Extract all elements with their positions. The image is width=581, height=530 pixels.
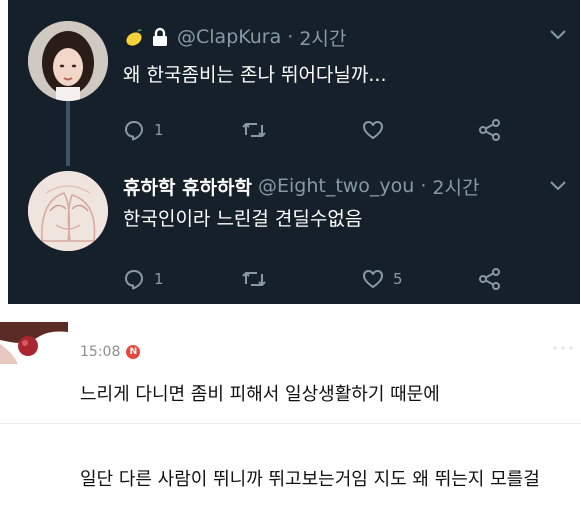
share-button[interactable]: [478, 118, 502, 142]
tweet-handle[interactable]: @Eight_two_you: [258, 175, 414, 197]
avatar-illustration-icon: [28, 171, 108, 251]
reply-icon: [125, 121, 143, 141]
chevron-down-icon[interactable]: [549, 180, 567, 192]
like-count: 5: [393, 270, 403, 288]
avatar-photo-icon: [28, 21, 108, 101]
share-icon: [479, 268, 500, 290]
retweet-icon: [242, 272, 266, 286]
avatar-photo-icon: [0, 322, 68, 364]
separator: ·: [420, 175, 427, 197]
comment-avatar[interactable]: [0, 322, 68, 364]
new-badge: N: [126, 345, 141, 359]
like-button[interactable]: [362, 118, 393, 142]
comment-text: 느리게 다니면 좀비 피해서 일상생활하기 때문에: [80, 384, 440, 405]
tweet-time[interactable]: 2시간: [299, 24, 346, 51]
tweet-text: 한국인이라 느린걸 견딜수없음: [123, 208, 363, 230]
heart-icon: [363, 270, 383, 288]
comment-text: 일단 다른 사람이 뛰니까 뛰고보는거임 지도 왜 뛰는지 모를걸: [80, 469, 540, 490]
chevron-down-icon[interactable]: [549, 29, 567, 41]
divider: [0, 423, 581, 424]
tweet-thread-panel: @ClapKura · 2시간 왜 한국좀비는 존나 뛰어다닐까... 1 휴하…: [8, 0, 580, 304]
tweet-handle[interactable]: @ClapKura: [177, 26, 281, 48]
thread-connector-line: [66, 100, 70, 166]
share-button[interactable]: [478, 267, 502, 291]
reply-count: 1: [154, 121, 164, 139]
more-options-icon[interactable]: [552, 342, 574, 354]
lock-icon: [153, 27, 167, 46]
comment-meta: 15:08 N: [80, 344, 141, 360]
display-name[interactable]: 휴하학 휴하하학: [123, 173, 252, 200]
avatar[interactable]: [28, 21, 108, 101]
reply-button[interactable]: 1: [123, 267, 164, 291]
retweet-button[interactable]: [241, 118, 276, 142]
reply-button[interactable]: 1: [123, 118, 164, 142]
like-button[interactable]: 5: [362, 267, 403, 291]
tweet-text: 왜 한국좀비는 존나 뛰어다닐까...: [123, 64, 387, 86]
tweet-header: @ClapKura · 2시간: [123, 24, 346, 50]
tweet-header: 휴하학 휴하하학 @Eight_two_you · 2시간: [123, 173, 479, 199]
reply-count: 1: [154, 270, 164, 288]
reply-icon: [125, 270, 143, 290]
tweet-time[interactable]: 2시간: [432, 173, 479, 200]
avatar[interactable]: [28, 171, 108, 251]
share-icon: [479, 119, 500, 141]
heart-icon: [363, 121, 383, 139]
comment-time: 15:08: [80, 344, 121, 360]
retweet-button[interactable]: [241, 267, 276, 291]
retweet-icon: [242, 123, 266, 137]
separator: ·: [287, 26, 294, 48]
lemon-emoji-icon: [126, 29, 142, 46]
